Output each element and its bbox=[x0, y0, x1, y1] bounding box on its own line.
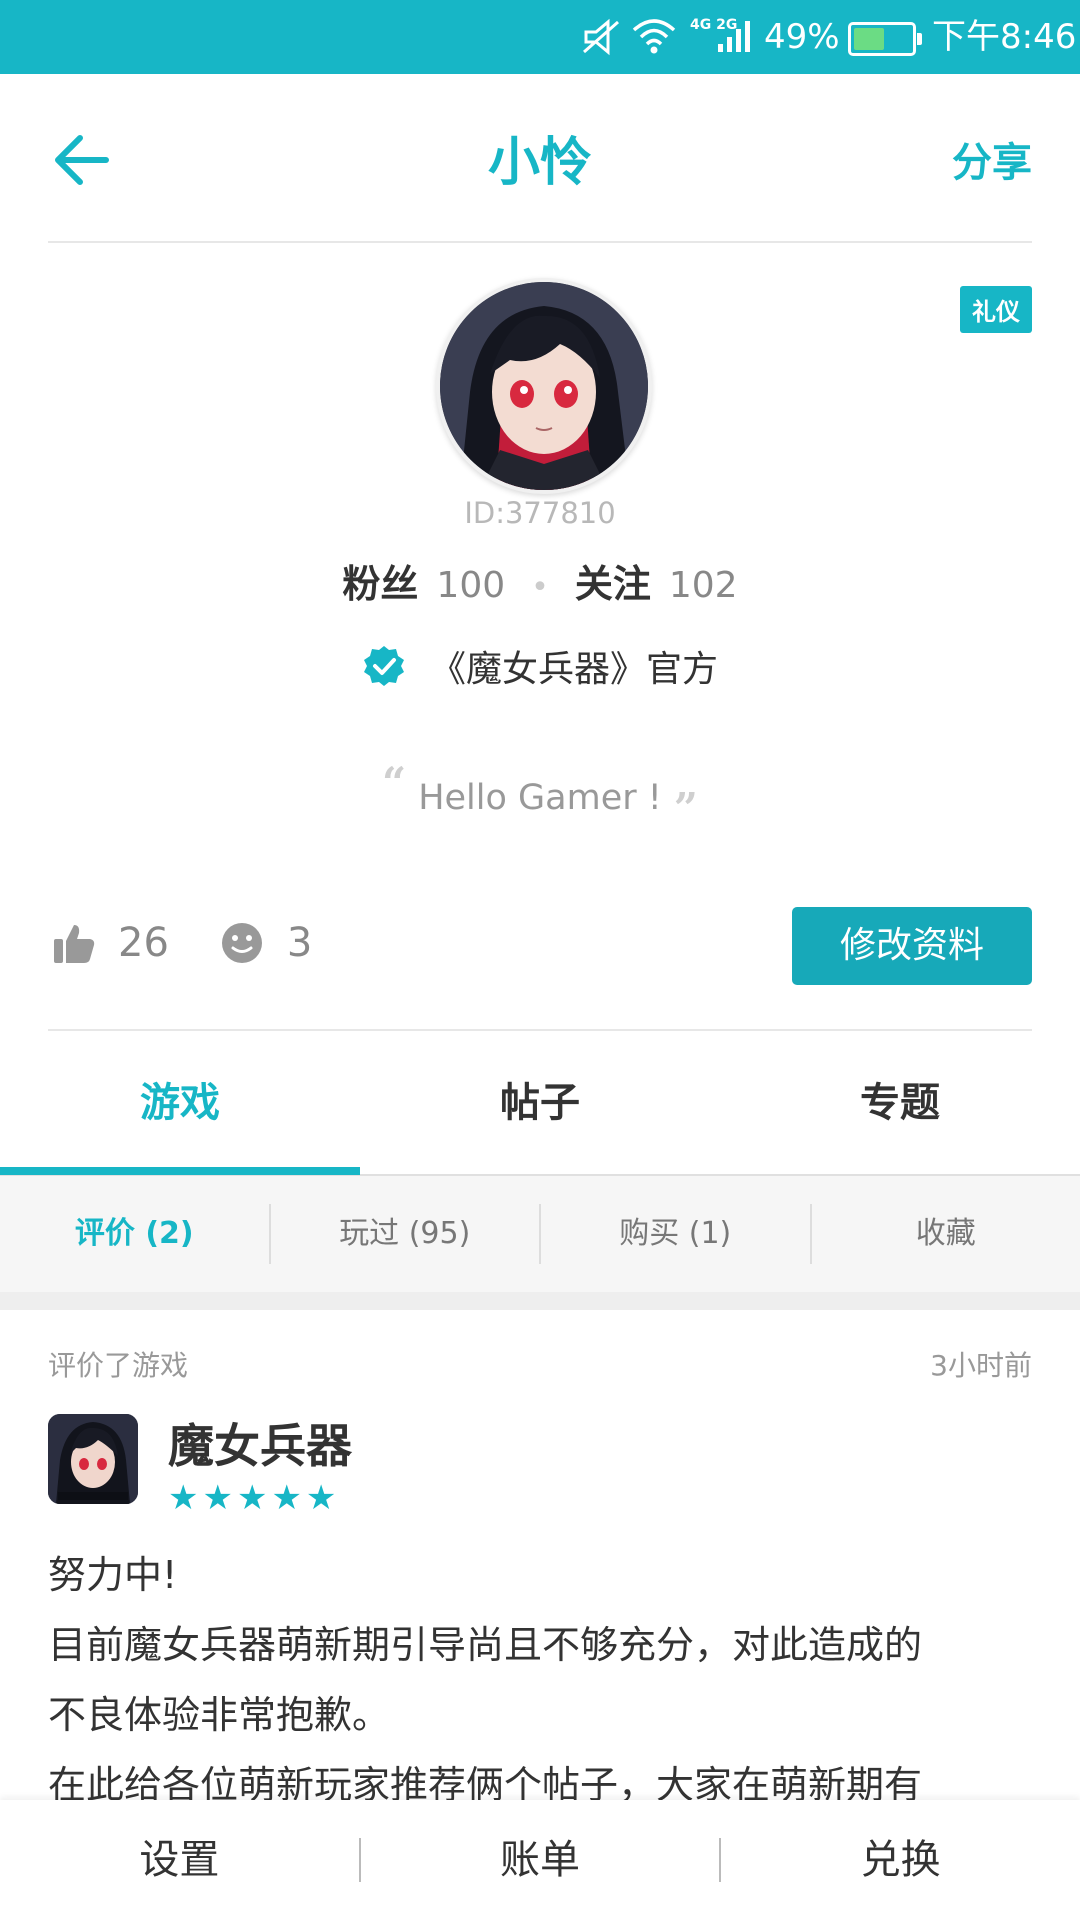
bill-button[interactable]: 账单 bbox=[361, 1838, 722, 1882]
subtab-purchased[interactable]: 购买 (1) bbox=[541, 1204, 812, 1264]
open-quote-icon: “ bbox=[382, 758, 407, 807]
follow-stats: 粉丝 100 • 关注 102 bbox=[0, 553, 1080, 608]
subtab-played[interactable]: 玩过 (95) bbox=[271, 1204, 541, 1264]
clock: 下午8:46 bbox=[932, 17, 1077, 57]
wifi-icon bbox=[632, 19, 676, 54]
subtab-reviews[interactable]: 评价 (2) bbox=[0, 1204, 271, 1264]
sub-tabs: 评价 (2) 玩过 (95) 购买 (1) 收藏 bbox=[0, 1176, 1080, 1292]
verified-row: 《魔女兵器》官方 bbox=[0, 640, 1080, 692]
verified-check-icon bbox=[363, 646, 404, 686]
motto-text: Hello Gamer ! bbox=[418, 778, 662, 818]
face-count: 3 bbox=[286, 920, 313, 966]
tab-posts[interactable]: 帖子 bbox=[360, 1030, 720, 1176]
review-line: 努力中! bbox=[48, 1553, 178, 1597]
review-line: 目前魔女兵器萌新期引导尚且不够充分，对此造成的 bbox=[48, 1623, 923, 1667]
fans-label[interactable]: 粉丝 bbox=[342, 553, 418, 608]
rating-stars: ★★★★★ bbox=[168, 1478, 341, 1518]
page-title: 小怜 bbox=[487, 133, 592, 193]
main-tabs: 游戏 帖子 专题 bbox=[0, 1030, 1080, 1176]
mute-icon bbox=[583, 18, 619, 56]
avatar[interactable] bbox=[436, 278, 652, 494]
battery-percent: 49% bbox=[764, 17, 840, 57]
etiquette-badge[interactable]: 礼仪 bbox=[960, 286, 1032, 333]
tab-games[interactable]: 游戏 bbox=[0, 1030, 360, 1176]
close-quote-icon: ” bbox=[673, 784, 698, 833]
like-count: 26 bbox=[118, 920, 169, 966]
motto: “ Hello Gamer ! ” bbox=[0, 758, 1080, 833]
edit-profile-button[interactable]: 修改资料 bbox=[792, 907, 1032, 985]
reaction-row: 26 3 bbox=[52, 920, 312, 966]
user-id: ID:377810 bbox=[464, 496, 616, 530]
header-divider bbox=[48, 241, 1032, 243]
subtab-favorites[interactable]: 收藏 bbox=[812, 1204, 1080, 1264]
section-gap bbox=[0, 1292, 1080, 1310]
fans-count[interactable]: 100 bbox=[436, 565, 505, 606]
following-count[interactable]: 102 bbox=[669, 565, 738, 606]
verified-text: 《魔女兵器》官方 bbox=[429, 649, 718, 690]
review-action: 评价了游戏 bbox=[48, 1349, 189, 1382]
settings-button[interactable]: 设置 bbox=[0, 1838, 361, 1882]
thumbs-up-icon[interactable] bbox=[52, 921, 96, 965]
redeem-button[interactable]: 兑换 bbox=[721, 1838, 1080, 1882]
smiley-icon[interactable] bbox=[221, 922, 263, 964]
tab-topics[interactable]: 专题 bbox=[720, 1030, 1080, 1176]
review-body[interactable]: 努力中! 目前魔女兵器萌新期引导尚且不够充分，对此造成的 不良体验非常抱歉。 在… bbox=[48, 1540, 1032, 1820]
share-button[interactable]: 分享 bbox=[952, 130, 1032, 188]
signal-icon bbox=[718, 21, 750, 52]
battery-icon bbox=[848, 22, 922, 56]
following-label[interactable]: 关注 bbox=[575, 553, 651, 608]
bottom-bar: 设置 账单 兑换 bbox=[0, 1800, 1080, 1920]
separator-dot: • bbox=[531, 570, 549, 605]
game-title[interactable]: 魔女兵器 bbox=[168, 1410, 352, 1476]
review-time: 3小时前 bbox=[930, 1349, 1032, 1382]
tab-indicator bbox=[0, 1167, 360, 1175]
game-icon[interactable] bbox=[48, 1414, 138, 1504]
review-line: 不良体验非常抱歉。 bbox=[48, 1693, 391, 1737]
